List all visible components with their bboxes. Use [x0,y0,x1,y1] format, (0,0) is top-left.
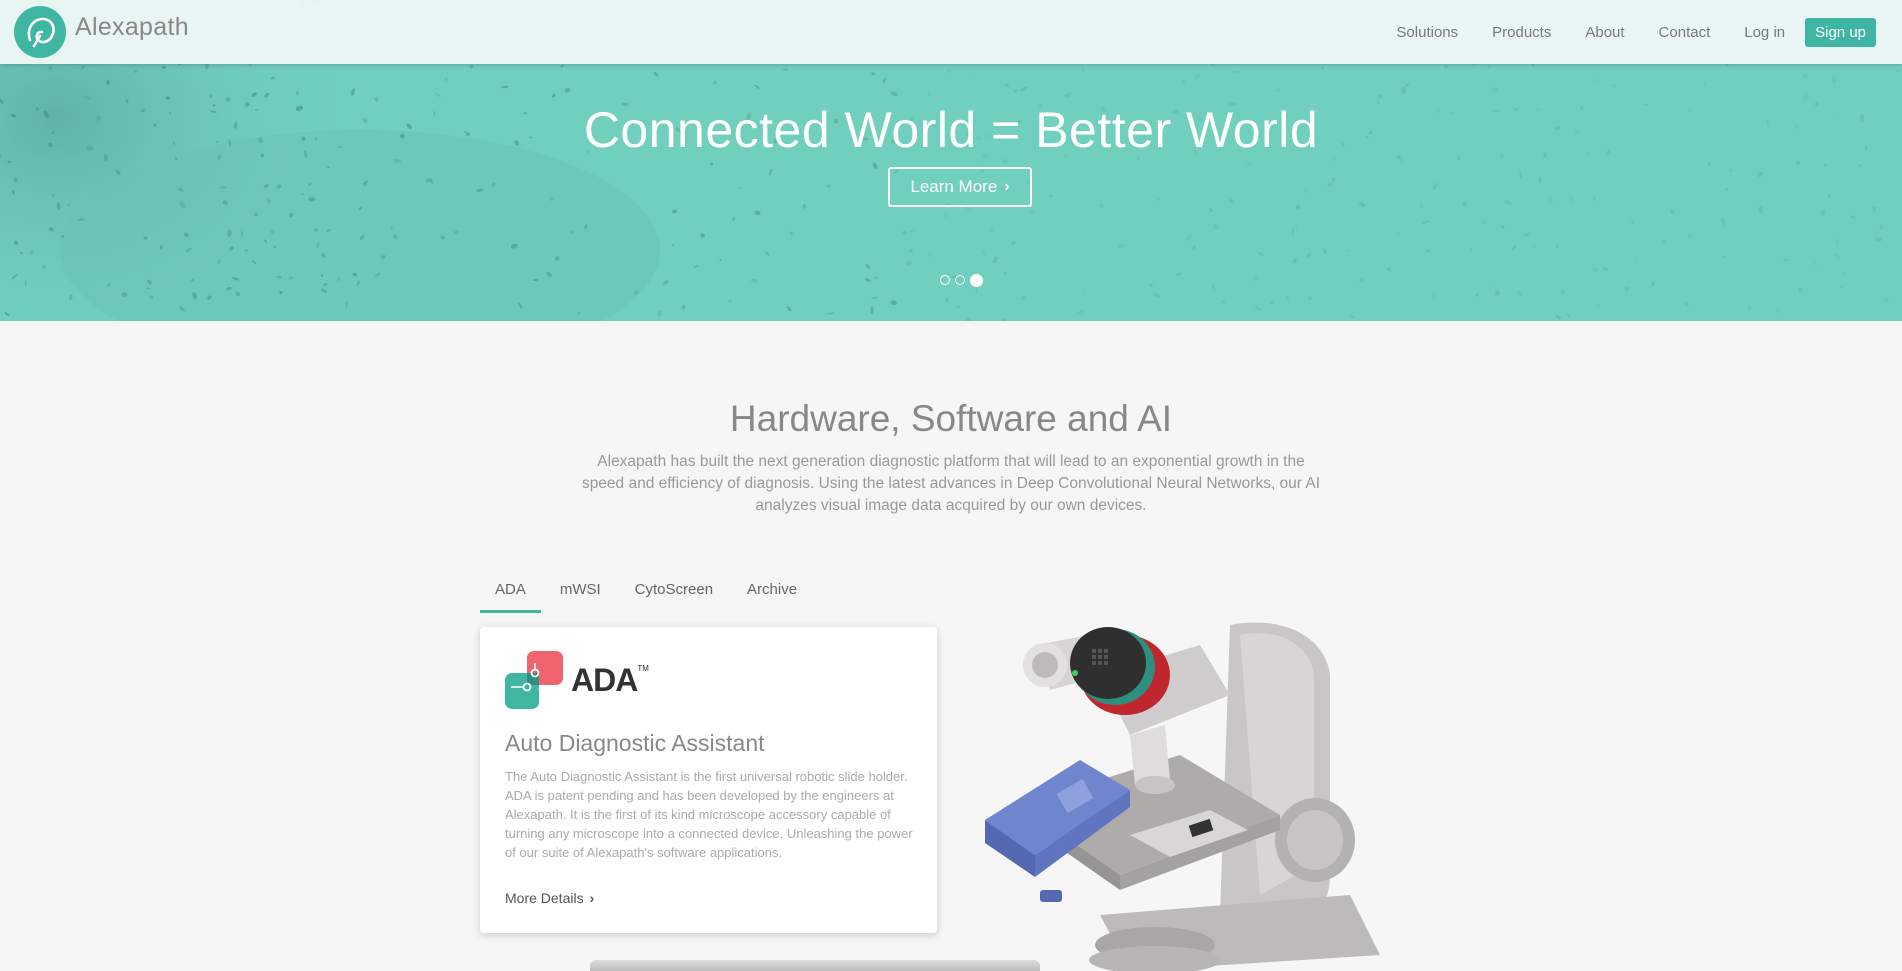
tab-cytoscreen[interactable]: CytoScreen [620,578,728,613]
carousel-dot[interactable] [940,275,950,285]
carousel-indicators [940,273,988,287]
carousel-dot-active[interactable] [970,273,983,287]
signup-button[interactable]: Sign up [1805,17,1876,47]
more-details-link[interactable]: More Details › [505,890,594,906]
brand[interactable]: Alexapath [14,6,189,58]
tab-mwsi[interactable]: mWSI [545,578,616,613]
card-title: Auto Diagnostic Assistant [505,730,765,756]
nav-products[interactable]: Products [1492,24,1551,41]
next-section-edge [590,960,1040,971]
chevron-right-icon: › [1004,178,1010,195]
section-title: Hardware, Software and AI [729,398,1173,439]
more-details-label: More Details [505,890,584,906]
ada-trademark: TM [637,663,649,673]
card-body: The Auto Diagnostic Assistant is the fir… [505,769,913,860]
microscope-image [985,622,1380,971]
brand-name: Alexapath [75,12,189,41]
product-tabs: ADA mWSI CytoScreen Archive [480,578,816,613]
section-description: Alexapath has built the next generation … [581,453,1321,514]
nav-login[interactable]: Log in [1744,24,1785,41]
ada-wordmark: ADA [571,661,638,698]
hero-title: Connected World = Better World [583,102,1319,158]
ada-logo: ADA TM [505,651,649,709]
nav-solutions[interactable]: Solutions [1396,24,1458,41]
nav-about[interactable]: About [1585,24,1624,41]
learn-more-button[interactable]: Learn More › [888,167,1032,207]
nav-contact[interactable]: Contact [1659,24,1711,41]
product-card: ADA TM Auto Diagnostic Assistant The Aut… [480,627,937,933]
chevron-right-icon: › [589,890,595,906]
carousel-dot[interactable] [955,275,965,285]
learn-more-label: Learn More [910,177,998,196]
top-navbar: Alexapath Solutions Products About Conta… [0,0,1902,64]
tab-archive[interactable]: Archive [732,578,812,613]
ada-logo-icon [505,651,563,709]
nav-links: Solutions Products About Contact Log in … [1362,0,1876,64]
alexapath-logo-icon [14,6,66,58]
tab-ada[interactable]: ADA [480,578,541,613]
